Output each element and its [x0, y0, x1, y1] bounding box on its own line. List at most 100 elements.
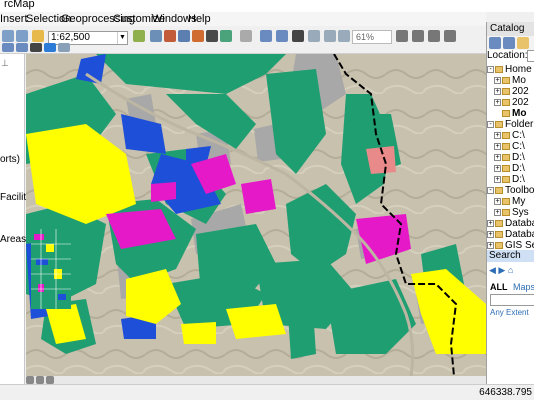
- layout-zoom-in-icon[interactable]: [260, 30, 272, 42]
- coordinate-readout: 646338.795: [479, 387, 532, 398]
- fixed-zoom-icon[interactable]: [58, 43, 70, 52]
- catalog-tree-item[interactable]: + D:\: [494, 152, 525, 163]
- pan-icon[interactable]: [30, 43, 42, 52]
- map-canvas[interactable]: [26, 54, 486, 376]
- catalog-tree-label: C:\: [512, 141, 525, 152]
- expand-icon[interactable]: +: [487, 219, 494, 227]
- layout-pan-icon[interactable]: [292, 30, 304, 42]
- map-navigation-bar: [26, 376, 486, 384]
- toc-layer-label[interactable]: Facilit: [0, 192, 26, 203]
- redo-icon[interactable]: [16, 30, 28, 42]
- data-view-icon[interactable]: [36, 376, 44, 384]
- catalog-tree-item[interactable]: + Databa: [487, 218, 534, 229]
- menu-insert[interactable]: Insert: [0, 13, 28, 25]
- expand-icon[interactable]: +: [494, 153, 501, 161]
- table-of-contents-icon[interactable]: [150, 30, 162, 42]
- expand-icon[interactable]: +: [494, 197, 501, 205]
- expand-icon[interactable]: +: [487, 230, 494, 238]
- folder-icon: [495, 65, 503, 73]
- python-icon[interactable]: [206, 30, 218, 42]
- catalog-tree-label: Sys: [512, 207, 529, 218]
- expand-icon[interactable]: +: [494, 76, 501, 84]
- toolbar-handle-icon: [240, 30, 252, 42]
- catalog-tree-label: D:\: [512, 174, 525, 185]
- back-icon[interactable]: [489, 37, 501, 49]
- pin-icon[interactable]: ⊥: [1, 58, 9, 68]
- expand-icon[interactable]: -: [487, 65, 494, 73]
- folder-icon: [502, 131, 510, 139]
- full-extent-icon[interactable]: [44, 43, 56, 52]
- focus-data-frame-icon[interactable]: [412, 30, 424, 42]
- refresh-icon[interactable]: [46, 376, 54, 384]
- expand-icon[interactable]: +: [487, 241, 494, 249]
- expand-icon[interactable]: +: [494, 208, 501, 216]
- expand-icon[interactable]: +: [494, 87, 501, 95]
- catalog-location-field[interactable]: [527, 50, 534, 62]
- expand-icon[interactable]: +: [494, 98, 501, 106]
- catalog-tree-item[interactable]: + C:\: [494, 141, 525, 152]
- catalog-tree-item[interactable]: + D:\: [494, 174, 525, 185]
- search-window-icon[interactable]: [178, 30, 190, 42]
- catalog-tree-item[interactable]: + Databa: [487, 229, 534, 240]
- expand-icon[interactable]: -: [487, 120, 494, 128]
- catalog-tree-item[interactable]: Mo: [494, 108, 526, 119]
- model-builder-icon[interactable]: [220, 30, 232, 42]
- zoom-in-icon[interactable]: [2, 43, 14, 52]
- toggle-draft-icon[interactable]: [396, 30, 408, 42]
- zoom-whole-page-icon[interactable]: [308, 30, 320, 42]
- layout-zoom-percent[interactable]: 61%: [352, 30, 392, 44]
- map-view[interactable]: [26, 54, 486, 376]
- add-data-icon[interactable]: [32, 30, 44, 42]
- chevron-down-icon[interactable]: ▼: [117, 32, 127, 44]
- catalog-icon[interactable]: [164, 30, 176, 42]
- data-driven-pages-icon[interactable]: [444, 30, 456, 42]
- zoom-previous-icon[interactable]: [338, 30, 350, 42]
- folder-icon: [502, 76, 510, 84]
- zoom-out-icon[interactable]: [16, 43, 28, 52]
- catalog-tree-item[interactable]: + Sys: [494, 207, 529, 218]
- search-tab-maps[interactable]: Maps: [513, 282, 534, 292]
- search-input[interactable]: [490, 294, 534, 306]
- catalog-window: Catalog Location: - Home + Mo +202 +202 Mo - Fol…: [486, 22, 534, 262]
- folder-icon: [502, 87, 510, 95]
- folder-icon: [502, 197, 510, 205]
- folder-icon: [495, 230, 503, 238]
- table-of-contents: ⊥ orts) Facilit Areas: [0, 54, 26, 384]
- folder-icon: [502, 208, 510, 216]
- toc-layer-label[interactable]: Areas: [0, 234, 26, 245]
- window-title: rcMap: [4, 0, 35, 10]
- search-tab-all[interactable]: ALL: [490, 282, 508, 292]
- change-layout-icon[interactable]: [428, 30, 440, 42]
- catalog-tree-item[interactable]: - Home: [487, 64, 532, 75]
- catalog-tree-label: 202: [512, 86, 529, 97]
- catalog-tree-item[interactable]: +202: [494, 86, 529, 97]
- folder-icon: [495, 241, 503, 249]
- toc-layer-label[interactable]: orts): [0, 154, 20, 165]
- undo-icon[interactable]: [2, 30, 14, 42]
- zoom-100-icon[interactable]: [324, 30, 336, 42]
- catalog-tree-item[interactable]: + Mo: [494, 75, 526, 86]
- folder-icon[interactable]: [517, 37, 529, 49]
- home-icon[interactable]: [503, 37, 515, 49]
- layout-zoom-out-icon[interactable]: [276, 30, 288, 42]
- search-extent-link[interactable]: Any Extent: [490, 308, 529, 317]
- catalog-toolbar: [487, 36, 534, 50]
- catalog-tree-item[interactable]: - Folder: [487, 119, 533, 130]
- catalog-tree-item[interactable]: + C:\: [494, 130, 525, 141]
- folder-icon: [495, 120, 503, 128]
- editor-icon[interactable]: [133, 30, 145, 42]
- expand-icon[interactable]: -: [487, 186, 494, 194]
- menu-help[interactable]: Help: [188, 13, 211, 25]
- arctoolbox-icon[interactable]: [192, 30, 204, 42]
- layout-view-icon[interactable]: [26, 376, 34, 384]
- catalog-tree-item[interactable]: + My: [494, 196, 525, 207]
- expand-icon[interactable]: +: [494, 164, 501, 172]
- folder-icon: [495, 219, 503, 227]
- expand-icon[interactable]: +: [494, 142, 501, 150]
- catalog-tree-item[interactable]: + D:\: [494, 163, 525, 174]
- catalog-tree-item[interactable]: +202: [494, 97, 529, 108]
- expand-icon[interactable]: +: [494, 131, 501, 139]
- search-nav-icons[interactable]: ◀ ▶ ⌂: [489, 265, 513, 276]
- catalog-tree-item[interactable]: - Toolbo: [487, 185, 534, 196]
- expand-icon[interactable]: +: [494, 175, 501, 183]
